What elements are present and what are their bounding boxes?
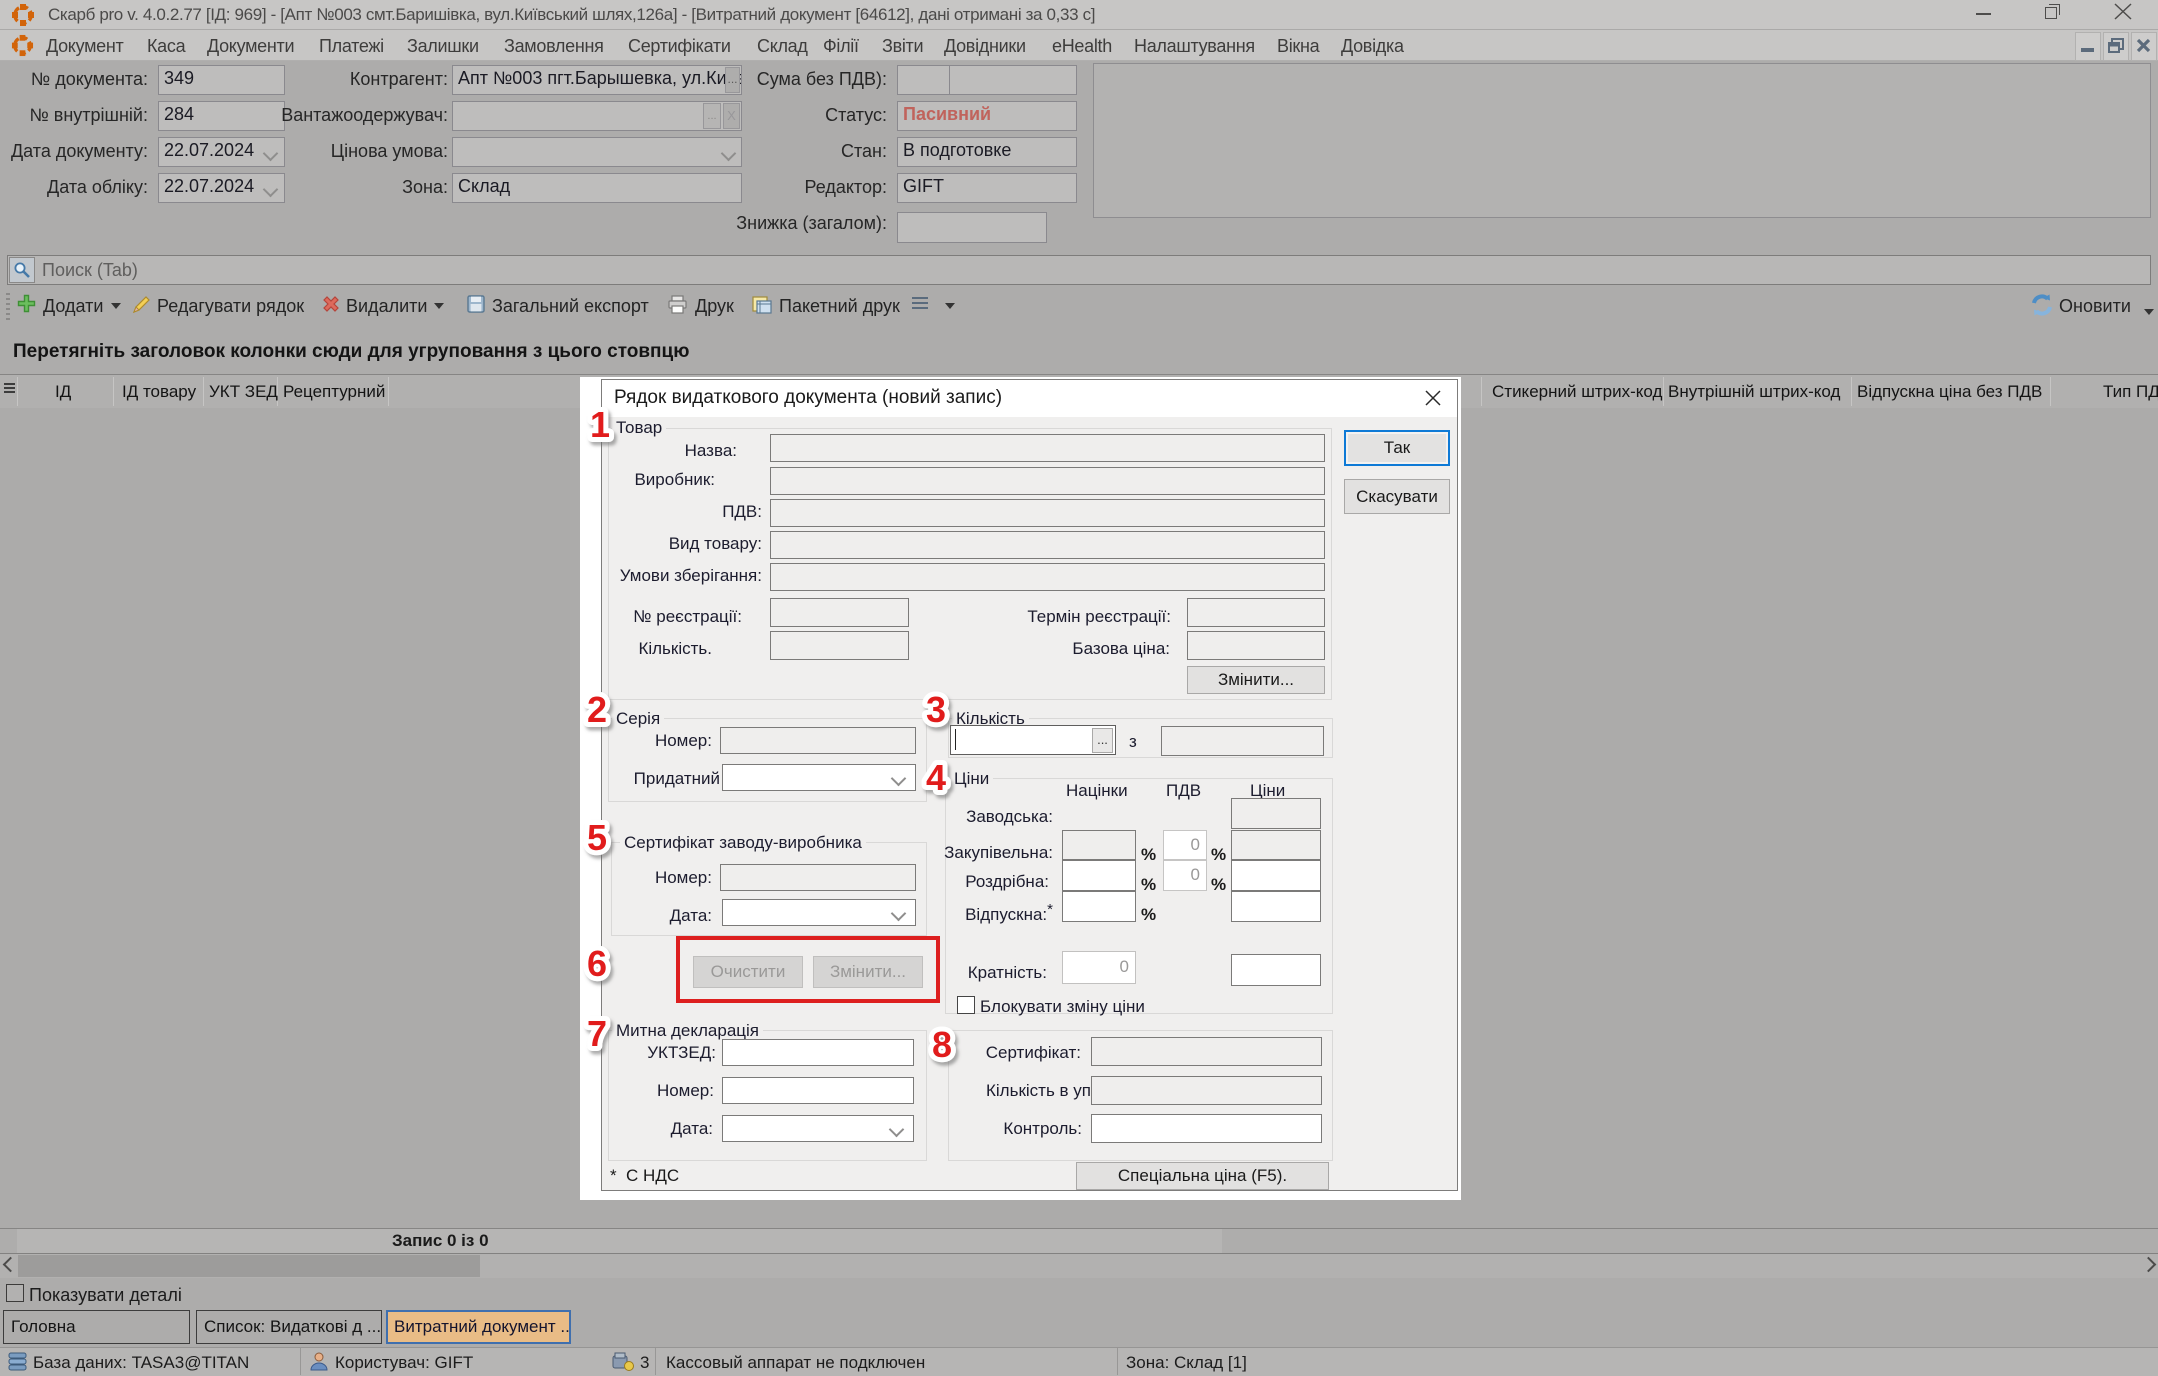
- svg-text:3: 3: [926, 689, 946, 730]
- svg-text:8: 8: [932, 1024, 952, 1065]
- svg-text:2: 2: [587, 689, 607, 730]
- svg-text:6: 6: [587, 943, 607, 984]
- svg-text:1: 1: [590, 404, 610, 445]
- svg-text:7: 7: [587, 1013, 607, 1054]
- svg-text:5: 5: [587, 817, 607, 858]
- svg-text:4: 4: [926, 757, 946, 798]
